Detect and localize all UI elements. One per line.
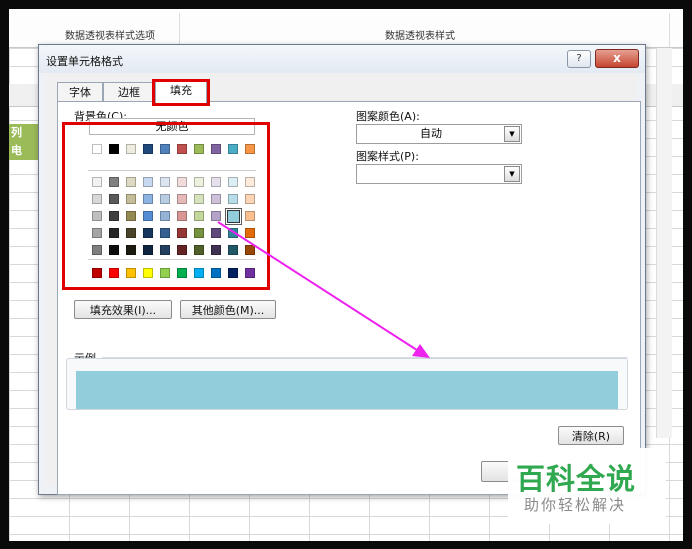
screenshot-border: [0, 0, 692, 549]
tab-highlight-box: [152, 79, 210, 106]
